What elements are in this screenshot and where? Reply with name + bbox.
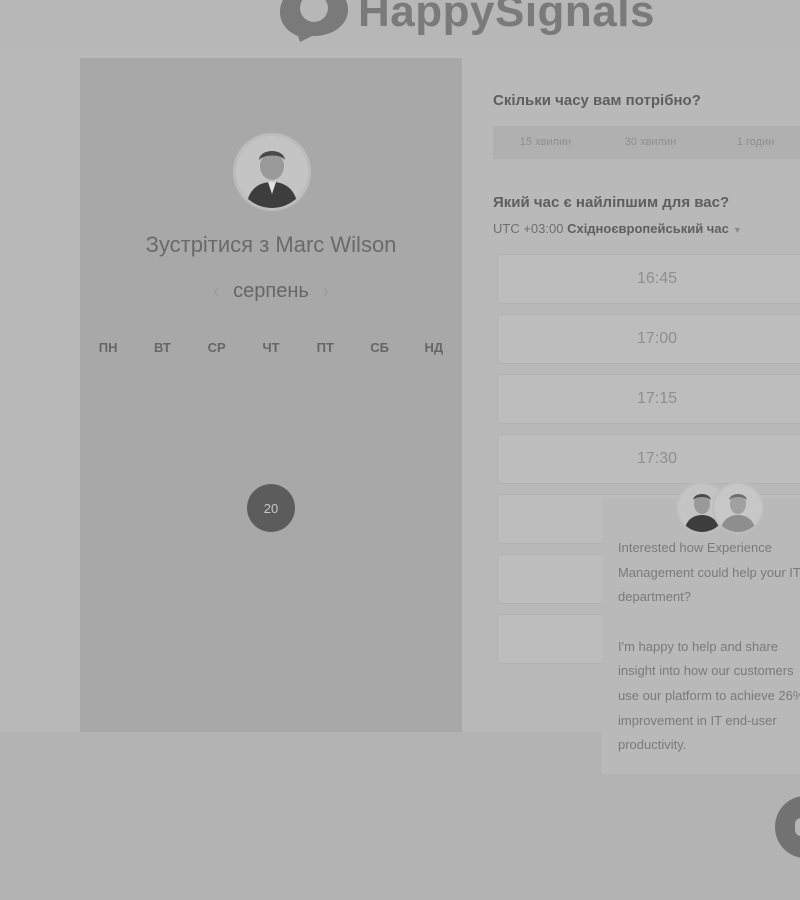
calendar-day [407, 432, 461, 472]
month-navigation: ‹ серпень › [80, 280, 462, 303]
chevron-right-icon[interactable]: › [323, 281, 329, 302]
calendar-day [244, 376, 298, 416]
calendar-day [81, 544, 135, 584]
calendar-day [190, 432, 244, 472]
calendar-day [407, 488, 461, 528]
calendar-day [135, 600, 189, 640]
calendar-day [190, 544, 244, 584]
calendar-day [190, 488, 244, 528]
speech-bubble-logo-icon [278, 0, 350, 42]
chevron-left-icon[interactable]: ‹ [213, 281, 219, 302]
calendar-day [190, 600, 244, 640]
duration-option-15[interactable]: 15 хвилин [493, 126, 598, 159]
calendar-day [298, 600, 352, 640]
chat-popup: Interested how Experience Management cou… [602, 482, 800, 774]
weekday-label: ПН [98, 340, 118, 355]
chat-message-2: I'm happy to help and share insight into… [618, 638, 800, 753]
chat-message-1: Interested how Experience Management cou… [618, 540, 800, 605]
caret-down-icon: ▼ [732, 225, 742, 235]
weekday-label: СР [207, 340, 226, 355]
calendar-day [190, 376, 244, 416]
calendar-panel: Зустрітися з Marc Wilson ‹ серпень › ПН … [80, 58, 462, 732]
weekday-label: ВТ [154, 340, 171, 355]
calendar-day [135, 544, 189, 584]
meeting-title: Зустрітися з Marc Wilson [145, 232, 397, 257]
weekday-label: ПТ [316, 340, 334, 355]
time-slot[interactable]: 17:00 [497, 314, 800, 364]
calendar-day [298, 544, 352, 584]
duration-selector: 15 хвилин 30 хвилин 1 годин [493, 126, 800, 159]
brand-logo[interactable]: HappySignals [278, 0, 655, 42]
calendar-day [352, 432, 406, 472]
timezone-selector[interactable]: UTC +03:00 Східноєвропейський час ▼ [493, 221, 742, 236]
calendar-day [407, 376, 461, 416]
calendar-day [407, 600, 461, 640]
duration-option-30[interactable]: 30 хвилин [598, 126, 703, 159]
agent-avatar [712, 482, 764, 534]
weekday-label: ЧТ [262, 340, 280, 355]
calendar-day [244, 544, 298, 584]
calendar-day [407, 544, 461, 584]
brand-name: HappySignals [358, 0, 655, 36]
weekday-label: СБ [370, 340, 389, 355]
calendar-grid: 20 [80, 376, 462, 640]
host-avatar [233, 133, 311, 211]
month-label: серпень [233, 280, 309, 302]
calendar-day [352, 488, 406, 528]
calendar-day [244, 600, 298, 640]
calendar-day [81, 488, 135, 528]
calendar-day [352, 544, 406, 584]
weekday-header: ПН ВТ СР ЧТ ПТ СБ НД [80, 340, 462, 355]
calendar-day [352, 376, 406, 416]
duration-question: Скільки часу вам потрібно? [493, 92, 701, 109]
calendar-day [135, 376, 189, 416]
weekday-label: НД [424, 340, 444, 355]
timezone-offset: UTC +03:00 [493, 221, 564, 236]
chat-agent-avatars [676, 482, 764, 534]
calendar-day [135, 432, 189, 472]
timezone-name: Східноєвропейський час [567, 221, 729, 236]
calendar-day [244, 432, 298, 472]
time-slot[interactable]: 16:45 [497, 254, 800, 304]
calendar-day [298, 432, 352, 472]
chat-icon [795, 818, 800, 836]
time-question: Який час є найліпшим для вас? [493, 194, 730, 211]
calendar-day [81, 600, 135, 640]
calendar-day [352, 600, 406, 640]
time-slot[interactable]: 17:30 [497, 434, 800, 484]
chat-message: Interested how Experience Management cou… [618, 536, 800, 758]
duration-option-60[interactable]: 1 годин [703, 126, 800, 159]
selected-day-number: 20 [246, 484, 295, 532]
calendar-day [135, 488, 189, 528]
calendar-day [81, 376, 135, 416]
calendar-day [298, 488, 352, 528]
time-slot[interactable]: 17:15 [497, 374, 800, 424]
calendar-day [298, 376, 352, 416]
header-bar: HappySignals [0, 0, 800, 48]
calendar-day-selected[interactable]: 20 [244, 484, 298, 532]
calendar-day [81, 432, 135, 472]
